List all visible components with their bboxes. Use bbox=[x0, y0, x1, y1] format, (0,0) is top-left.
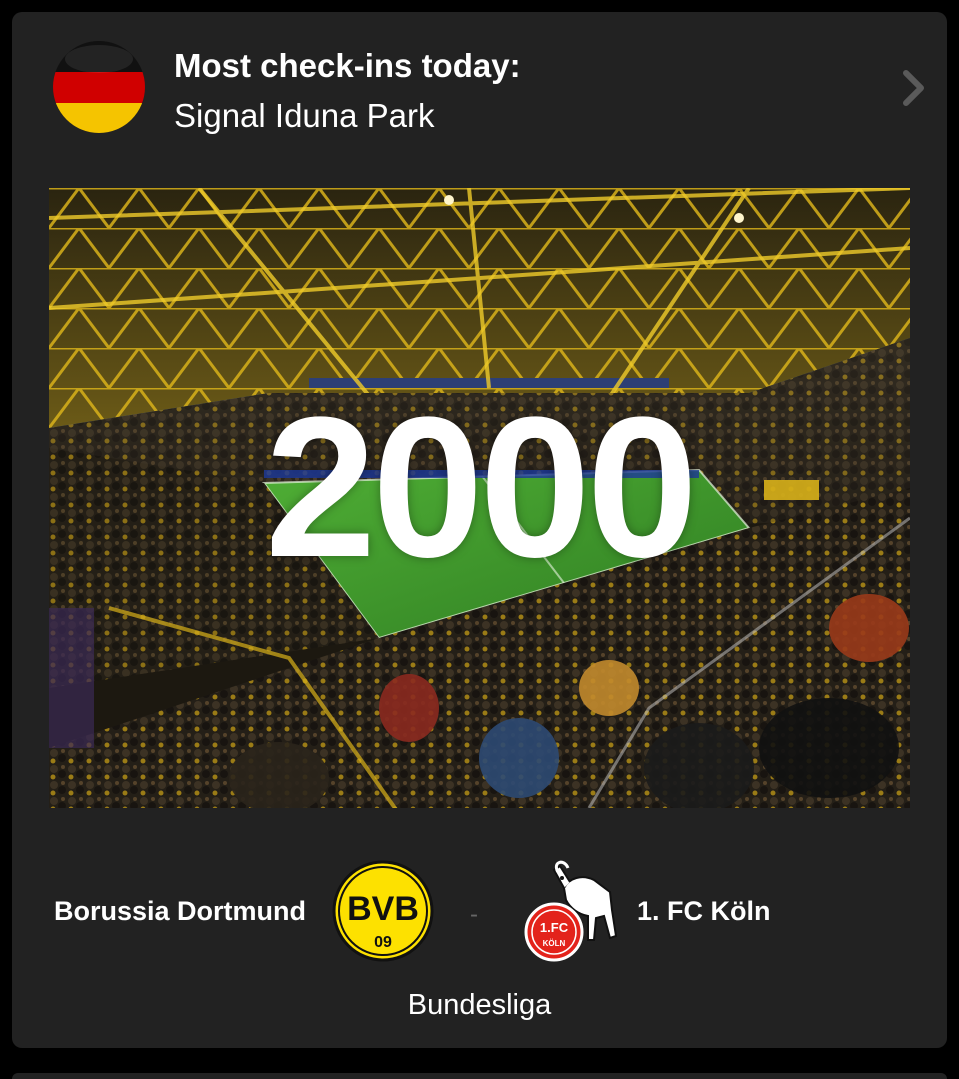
competition-name: Bundesliga bbox=[407, 989, 552, 1021]
chevron-right-icon[interactable] bbox=[897, 68, 929, 108]
match-separator: - bbox=[470, 901, 478, 928]
venue-name: Signal Iduna Park bbox=[174, 97, 435, 134]
germany-flag-icon bbox=[53, 41, 145, 133]
stadium-card[interactable]: Most check-ins today: Signal Iduna Park bbox=[12, 12, 947, 1048]
koeln-crest-bottom: KÖLN bbox=[543, 939, 566, 948]
away-team-name: 1. FC Köln bbox=[637, 896, 771, 926]
bvb-crest-letters: BVB bbox=[347, 890, 419, 928]
stadium-photo: 2000 bbox=[49, 188, 910, 808]
next-card-edge bbox=[12, 1073, 947, 1079]
koeln-crest-icon: 1.FC KÖLN bbox=[524, 858, 624, 970]
header-title: Most check-ins today: bbox=[174, 47, 521, 84]
koeln-crest-top: 1.FC bbox=[540, 920, 569, 935]
home-team-name: Borussia Dortmund bbox=[54, 896, 307, 926]
match-row[interactable]: Borussia Dortmund BVB 09 - 1.FC KÖLN 1. … bbox=[12, 850, 947, 970]
bvb-crest-icon: BVB 09 bbox=[332, 860, 434, 962]
check-in-count: 2000 bbox=[265, 376, 698, 599]
bvb-crest-number: 09 bbox=[374, 934, 392, 951]
